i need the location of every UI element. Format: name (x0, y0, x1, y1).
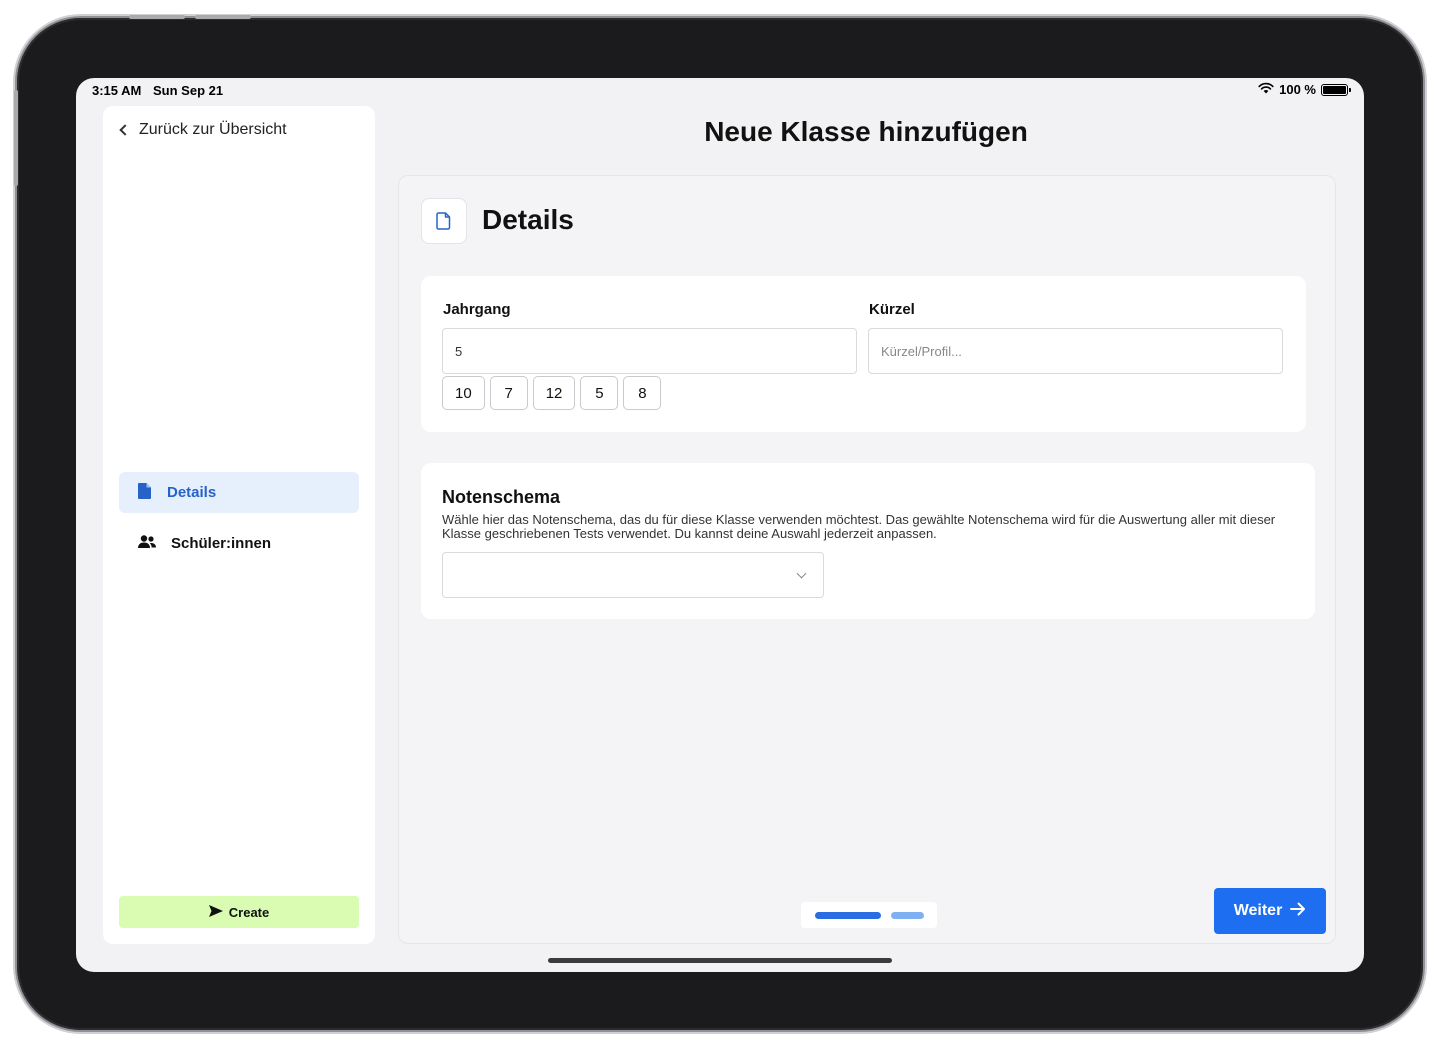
sidebar-item-details[interactable]: Details (119, 472, 359, 513)
create-button[interactable]: Create (119, 896, 359, 928)
chevron-left-icon (119, 124, 131, 136)
jahrgang-chip[interactable]: 5 (580, 376, 619, 410)
jahrgang-input[interactable] (442, 328, 857, 374)
back-to-overview-link[interactable]: Zurück zur Übersicht (117, 121, 287, 139)
chevron-down-icon (796, 568, 807, 579)
grading-scheme-title: Notenschema (442, 487, 561, 507)
jahrgang-suggestions: 10 7 12 5 8 (442, 376, 662, 410)
volume-down-button (195, 15, 251, 19)
screen: 3:15 AM Sun Sep 21 100 % Zurück zur Über… (76, 78, 1364, 972)
sidebar-item-label: Schüler:innen (171, 535, 272, 552)
jahrgang-chip[interactable]: 7 (489, 376, 528, 410)
document-icon (137, 482, 153, 504)
step-indicator (801, 902, 937, 928)
section-title: Details (482, 204, 574, 235)
main-card: Details Jahrgang 10 7 12 5 8 Kürzel Note… (398, 175, 1336, 944)
arrow-right-icon (1290, 902, 1306, 921)
status-right: 100 % (1258, 82, 1351, 97)
jahrgang-label: Jahrgang (443, 301, 511, 318)
sidebar-item-students[interactable]: Schüler:innen (119, 523, 359, 564)
grading-scheme-select[interactable] (442, 552, 824, 598)
kuerzel-input[interactable] (868, 328, 1283, 374)
step-dot-active (814, 911, 881, 919)
wifi-icon (1258, 82, 1274, 97)
class-info-panel: Jahrgang 10 7 12 5 8 Kürzel (421, 276, 1306, 432)
status-date: Sun Sep 21 (153, 83, 224, 98)
document-icon (421, 198, 467, 244)
grading-scheme-description: Wähle hier das Notenschema, das du für d… (442, 512, 1276, 541)
jahrgang-chip[interactable]: 10 (442, 376, 485, 410)
kuerzel-label: Kürzel (869, 301, 915, 318)
status-time: 3:15 AM (92, 83, 142, 98)
sidebar: Zurück zur Übersicht Details Schüler:inn… (103, 106, 375, 944)
status-bar: 3:15 AM Sun Sep 21 100 % (76, 78, 1364, 104)
next-button-label: Weiter (1233, 902, 1283, 919)
grading-scheme-panel: Notenschema Wähle hier das Notenschema, … (421, 463, 1315, 619)
home-indicator (548, 958, 892, 963)
create-button-label: Create (228, 904, 270, 920)
battery-icon (1321, 83, 1351, 96)
jahrgang-chip[interactable]: 12 (532, 376, 576, 410)
side-button (14, 90, 18, 186)
users-icon (137, 534, 157, 554)
step-dot (890, 911, 924, 919)
sidebar-item-label: Details (167, 484, 217, 501)
send-icon (208, 904, 223, 920)
next-button[interactable]: Weiter (1214, 888, 1326, 934)
volume-up-button (129, 15, 185, 19)
page-title: Neue Klasse hinzufügen (704, 116, 1028, 147)
jahrgang-chip[interactable]: 8 (623, 376, 662, 410)
back-link-label: Zurück zur Übersicht (139, 121, 287, 138)
battery-percent: 100 % (1279, 82, 1316, 97)
